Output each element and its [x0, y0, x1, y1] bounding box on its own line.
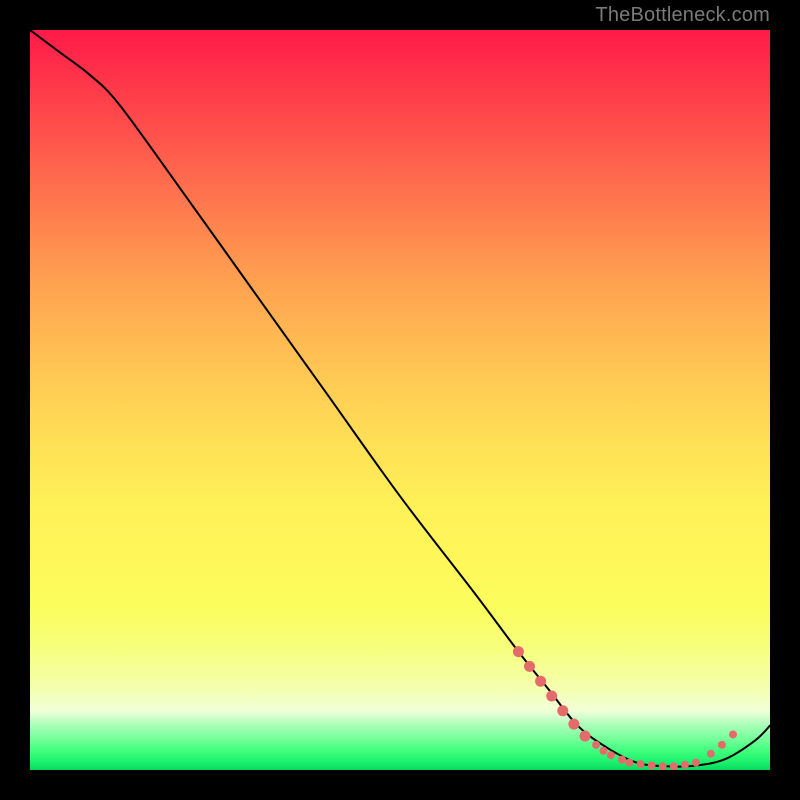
marker-dot — [707, 750, 715, 758]
overlay-dots — [513, 646, 737, 770]
marker-dot — [681, 761, 689, 769]
marker-dot — [557, 705, 568, 716]
chart-stage: TheBottleneck.com — [0, 0, 800, 800]
marker-dot — [625, 759, 633, 767]
marker-dot — [600, 747, 608, 755]
marker-dot — [637, 760, 645, 768]
marker-dot — [524, 661, 535, 672]
marker-dot — [592, 741, 600, 749]
marker-dot — [618, 756, 626, 764]
marker-dot — [729, 730, 737, 738]
marker-dot — [580, 730, 591, 741]
marker-dot — [648, 762, 656, 770]
marker-dot — [718, 741, 726, 749]
plot-area — [30, 30, 770, 770]
marker-dot — [692, 759, 700, 767]
marker-dot — [546, 691, 557, 702]
marker-dot — [513, 646, 524, 657]
marker-dot — [659, 762, 667, 770]
marker-dot — [535, 676, 546, 687]
bottleneck-curve — [30, 30, 770, 767]
marker-dot — [670, 762, 678, 770]
marker-dot — [607, 751, 615, 759]
watermark-text: TheBottleneck.com — [595, 4, 770, 27]
marker-dot — [568, 719, 579, 730]
chart-svg — [30, 30, 770, 770]
